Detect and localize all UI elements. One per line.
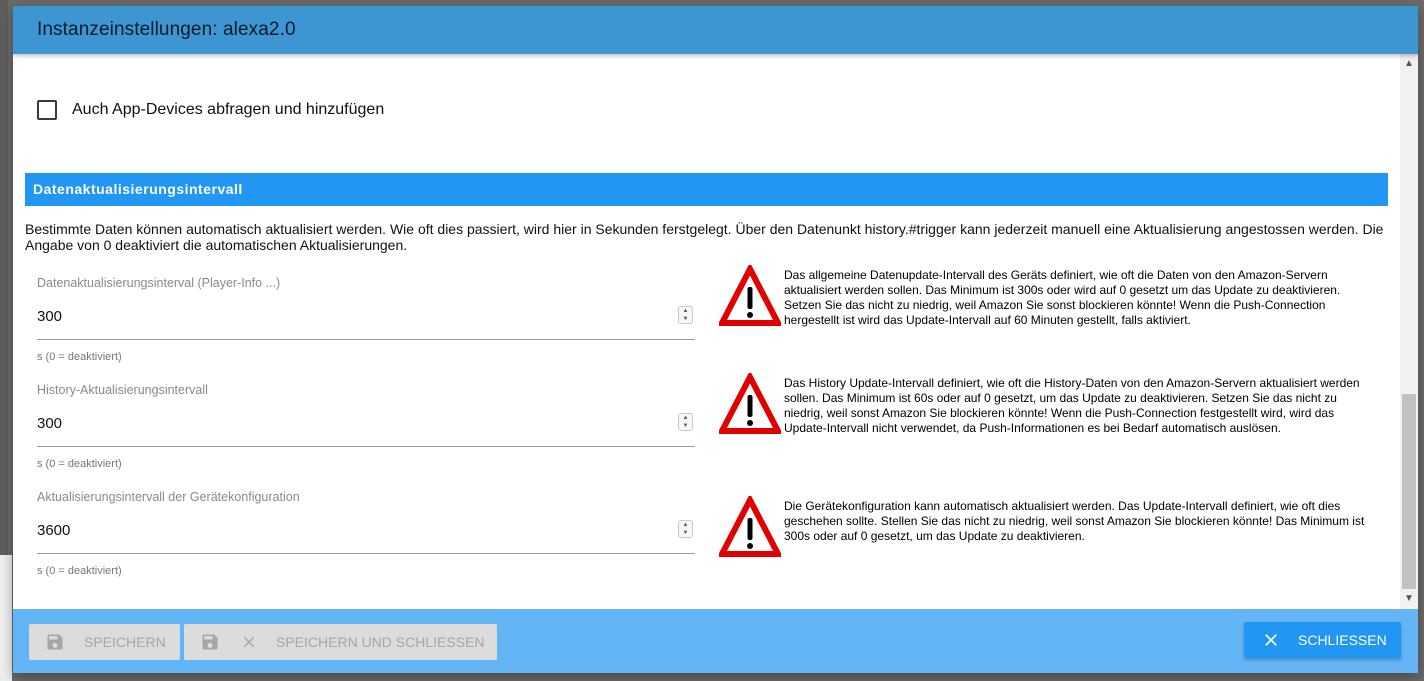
app-devices-checkbox-label: Auch App-Devices abfragen und hinzufügen — [72, 101, 385, 118]
field-helper-text: s (0 = deaktiviert) — [37, 458, 122, 470]
field-value[interactable]: 300 — [37, 306, 695, 328]
field-label: History-Aktualisierungsintervall — [37, 383, 208, 397]
save-and-close-button[interactable]: SPEICHERN UND SCHLIESSEN — [184, 624, 497, 660]
dialog-title: Instanzeinstellungen: alexa2.0 — [37, 19, 296, 40]
warning-text: Das allgemeine Datenupdate-Intervall des… — [784, 268, 1341, 327]
warning-triangle-icon — [719, 373, 781, 434]
scroll-up-arrow-icon[interactable]: ▲ — [1400, 56, 1418, 72]
warning-triangle-icon — [719, 496, 781, 557]
field-helper-text: s (0 = deaktiviert) — [37, 351, 122, 363]
field-history-interval: History-Aktualisierungsintervall 300 ▲ ▼ … — [37, 383, 695, 470]
close-x-icon — [1265, 634, 1277, 646]
field-label: Datenaktualisierungsinterval (Player-Inf… — [37, 276, 281, 290]
floppy-disk-icon — [202, 634, 218, 650]
app-devices-checkbox-row[interactable]: Auch App-Devices abfragen und hinzufügen — [37, 98, 384, 122]
number-spinner-icon[interactable]: ▲ ▼ — [678, 413, 693, 431]
backdrop-left-strip-light — [0, 555, 12, 681]
app-devices-checkbox[interactable] — [37, 100, 57, 120]
save-and-close-button-label: SPEICHERN UND SCHLIESSEN — [276, 634, 485, 650]
field-player-info-interval: Datenaktualisierungsinterval (Player-Inf… — [37, 276, 695, 363]
scrollbar-thumb[interactable] — [1402, 394, 1416, 589]
section-description: Bestimmte Daten können automatisch aktua… — [25, 221, 1384, 253]
save-button[interactable]: SPEICHERN — [29, 624, 180, 660]
floppy-disk-icon — [47, 634, 63, 650]
field-value[interactable]: 3600 — [37, 520, 695, 542]
field-label: Aktualisierungsintervall der Gerätekonfi… — [37, 490, 300, 504]
warning-history: Das History Update-Intervall definiert, … — [719, 373, 1379, 436]
number-spinner-icon[interactable]: ▲ ▼ — [678, 520, 693, 538]
warning-text: Die Gerätekonfiguration kann automatisch… — [784, 499, 1365, 543]
dialog-titlebar: Instanzeinstellungen: alexa2.0 — [13, 6, 1418, 54]
field-helper-text: s (0 = deaktiviert) — [37, 565, 122, 577]
backdrop-left-strip — [0, 0, 8, 555]
save-button-label: SPEICHERN — [84, 634, 166, 650]
dialog-footer: SPEICHERN SPEICHERN UND SCHLIESSEN SCHLI… — [13, 609, 1418, 673]
player-info-interval-input[interactable]: 300 ▲ ▼ — [37, 306, 695, 340]
dialog-content: Auch App-Devices abfragen und hinzufügen… — [13, 54, 1400, 609]
device-config-interval-input[interactable]: 3600 ▲ ▼ — [37, 520, 695, 554]
warning-text: Das History Update-Intervall definiert, … — [784, 376, 1360, 435]
field-value[interactable]: 300 — [37, 413, 695, 435]
scroll-down-arrow-icon[interactable]: ▼ — [1400, 591, 1418, 607]
warning-triangle-icon — [719, 265, 781, 326]
warning-device-config: Die Gerätekonfiguration kann automatisch… — [719, 496, 1379, 558]
instance-settings-dialog: Instanzeinstellungen: alexa2.0 Auch App-… — [13, 6, 1418, 673]
history-interval-input[interactable]: 300 ▲ ▼ — [37, 413, 695, 447]
section-header-update-interval: Datenaktualisierungsintervall — [25, 173, 1388, 206]
content-scrollbar[interactable]: ▲ ▼ — [1400, 54, 1418, 609]
close-button-label: SCHLIESSEN — [1298, 632, 1387, 648]
close-button[interactable]: SCHLIESSEN — [1244, 622, 1401, 658]
warning-player-info: Das allgemeine Datenupdate-Intervall des… — [719, 265, 1379, 328]
number-spinner-icon[interactable]: ▲ ▼ — [678, 306, 693, 324]
close-x-icon — [243, 636, 255, 648]
field-device-config-interval: Aktualisierungsintervall der Gerätekonfi… — [37, 490, 695, 577]
